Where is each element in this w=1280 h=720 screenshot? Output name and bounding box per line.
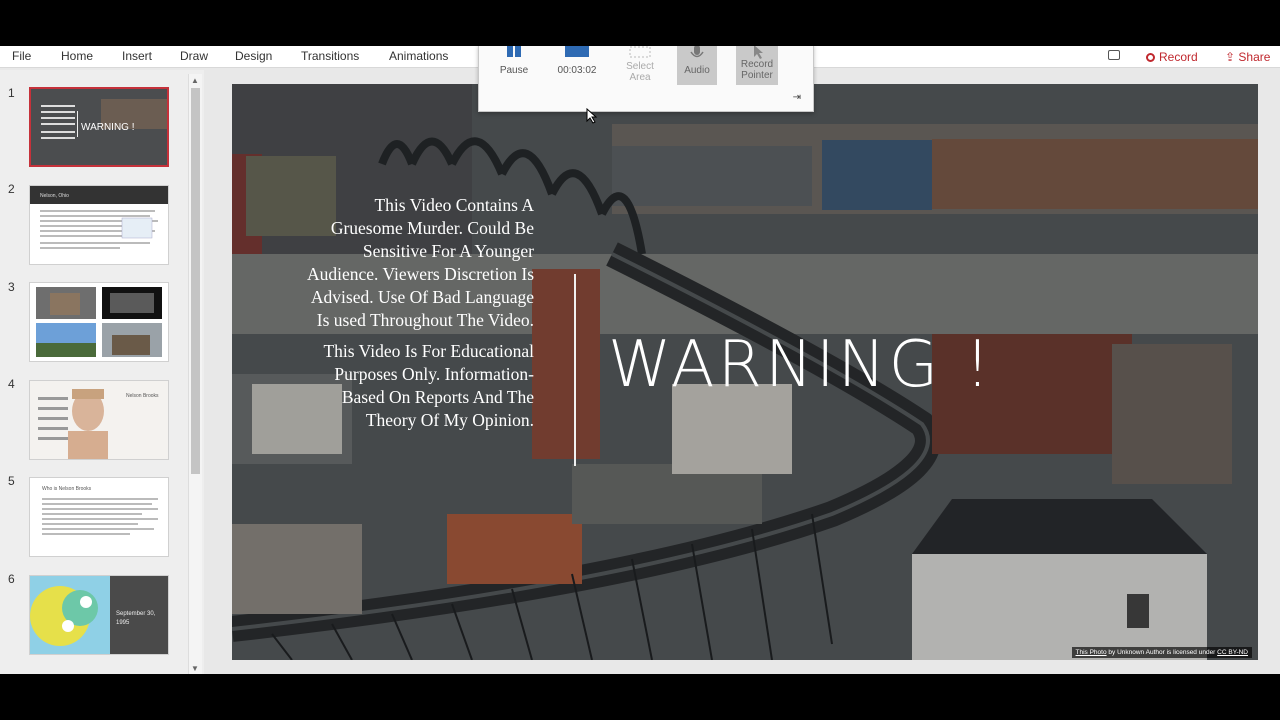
slide-thumbnail-1[interactable]: WARNING ! xyxy=(29,87,169,167)
pause-label: Pause xyxy=(499,65,529,76)
tab-animations[interactable]: Animations xyxy=(389,49,448,63)
credit-text: by Unknown Author is licensed under xyxy=(1106,649,1218,656)
scroll-down-icon[interactable]: ▼ xyxy=(191,664,199,673)
select-area-label: Select Area xyxy=(626,61,654,83)
slide5-thumbnail-title: Who is Nelson Brooks xyxy=(42,486,92,492)
tab-draw[interactable]: Draw xyxy=(180,49,208,63)
slide-thumbnail-5[interactable]: Who is Nelson Brooks xyxy=(29,477,169,557)
slide3-thumbnail-photos xyxy=(36,287,162,357)
slide6-thumbnail-text: September 30, 1995 xyxy=(116,611,156,626)
slide-thumbnail-pane: 1 WARNING ! 2 Nelson, Ohio 3 4 Nelson Br… xyxy=(0,70,204,674)
stop-icon xyxy=(565,46,589,57)
record-button[interactable]: Record xyxy=(1146,48,1198,66)
slide-number: 1 xyxy=(8,86,15,100)
timer-label: 00:03:02 xyxy=(557,65,597,76)
slide4-thumbnail-title: Nelson Brooks xyxy=(126,393,159,399)
pin-icon[interactable]: ⇥ xyxy=(793,92,801,103)
slide2-thumbnail-text-lines xyxy=(40,210,158,249)
share-icon: ⇪ xyxy=(1225,50,1239,64)
slide-title: WARNING ! xyxy=(608,328,994,402)
tab-insert[interactable]: Insert xyxy=(122,49,152,63)
record-pointer-button[interactable]: Record Pointer xyxy=(736,46,778,85)
pause-icon xyxy=(507,46,521,57)
audio-button[interactable]: Audio xyxy=(677,46,717,85)
warning-message: This Video Contains A Gruesome Murder. C… xyxy=(300,194,534,432)
slide1-thumbnail-title: WARNING ! xyxy=(81,122,135,133)
mouse-cursor-icon xyxy=(586,108,598,124)
share-button[interactable]: ⇪ Share xyxy=(1225,48,1270,66)
scroll-up-icon[interactable]: ▲ xyxy=(191,76,199,85)
credit-license-link[interactable]: CC BY-ND xyxy=(1217,649,1248,656)
microphone-icon xyxy=(690,46,704,58)
slide-thumbnail-3[interactable] xyxy=(29,282,169,362)
select-area-icon xyxy=(629,46,651,58)
tab-design[interactable]: Design xyxy=(235,49,272,63)
scrollbar-thumb[interactable] xyxy=(191,88,200,474)
slide-number: 4 xyxy=(8,377,15,391)
recording-timer: 00:03:02 xyxy=(551,46,603,85)
slide-number: 6 xyxy=(8,572,15,586)
warning-paragraph-purpose: This Video Is For Educational Purposes O… xyxy=(323,341,534,430)
record-icon xyxy=(1146,53,1155,62)
slide-number: 2 xyxy=(8,182,15,196)
credit-link[interactable]: This Photo xyxy=(1076,649,1107,656)
powerpoint-window: File Home Insert Draw Design Transitions… xyxy=(0,46,1280,674)
slide-number: 3 xyxy=(8,280,15,294)
share-label: Share xyxy=(1238,50,1271,64)
select-area-button[interactable]: Select Area xyxy=(615,46,665,85)
record-label: Record xyxy=(1159,50,1198,64)
slide-thumbnail-6[interactable]: September 30, 1995 xyxy=(29,575,169,655)
slide2-thumbnail-title: Nelson, Ohio xyxy=(30,186,168,204)
pointer-icon xyxy=(754,46,763,59)
tab-home[interactable]: Home xyxy=(61,49,93,63)
tab-file[interactable]: File xyxy=(12,49,31,63)
pause-button[interactable]: Pause xyxy=(489,46,539,85)
slide-thumbnail-2[interactable]: Nelson, Ohio xyxy=(29,185,169,265)
warning-paragraph-content: This Video Contains A Gruesome Murder. C… xyxy=(306,195,534,330)
thumbnail-scrollbar[interactable]: ▲ ▼ xyxy=(188,74,202,674)
slide-number: 5 xyxy=(8,474,15,488)
tab-transitions[interactable]: Transitions xyxy=(301,49,359,63)
recording-toolbar: Pause 00:03:02 Select Area Audio Record … xyxy=(478,46,814,112)
record-pointer-label: Record Pointer xyxy=(740,59,774,81)
vertical-divider xyxy=(574,274,576,466)
audio-label: Audio xyxy=(684,65,710,76)
slide-thumbnail-4[interactable]: Nelson Brooks xyxy=(29,380,169,460)
photo-credit: This Photo by Unknown Author is licensed… xyxy=(1071,647,1252,658)
slide-canvas[interactable]: This Video Contains A Gruesome Murder. C… xyxy=(232,84,1258,660)
comment-icon[interactable] xyxy=(1108,50,1120,60)
